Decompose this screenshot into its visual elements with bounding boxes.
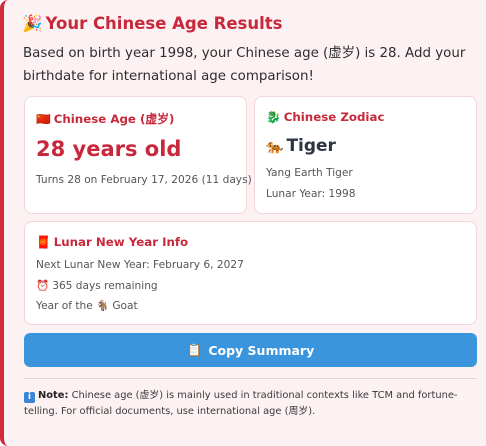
party-popper-icon: 🎉 xyxy=(22,14,43,33)
clipboard-icon: 📋 xyxy=(186,342,203,357)
results-title: 🎉 Your Chinese Age Results xyxy=(22,14,283,33)
red-envelope-icon: 🧧 xyxy=(36,235,51,249)
days-remaining: ⏰ 365 days remaining xyxy=(36,280,158,292)
china-flag-icon: 🇨🇳 xyxy=(36,112,51,126)
chinese-zodiac-card: 🐉 Chinese Zodiac 🐅 Tiger Yang Earth Tiger … xyxy=(254,96,477,214)
zodiac-element: Yang Earth Tiger xyxy=(266,167,353,179)
tiger-icon: 🐅 xyxy=(266,139,284,155)
results-panel: 🎉 Your Chinese Age Results Based on birth… xyxy=(0,0,486,446)
results-intro: Based on birth year 1998, your Chinese a… xyxy=(23,46,466,84)
goat-icon: 🐐 xyxy=(96,300,110,312)
chinese-age-heading: 🇨🇳 Chinese Age (虚岁) xyxy=(36,112,175,126)
year-of-animal: Year of the 🐐 Goat xyxy=(36,300,138,312)
zodiac-heading: 🐉 Chinese Zodiac xyxy=(266,110,385,124)
chinese-age-card: 🇨🇳 Chinese Age (虚岁) 28 years old Turns 28… xyxy=(24,96,252,214)
next-lunar-new-year: Next Lunar New Year: February 6, 2027 xyxy=(36,259,244,271)
info-icon: i xyxy=(24,392,35,403)
copy-summary-button[interactable]: 📋 Copy Summary xyxy=(24,333,477,367)
next-birthday-text: Turns 28 on February 17, 2026 (11 days) xyxy=(36,174,252,186)
lunar-year: Lunar Year: 1998 xyxy=(266,188,356,200)
note-text: i Note: Chinese age (虚岁) is mainly used i… xyxy=(24,390,458,417)
dragon-icon: 🐉 xyxy=(266,110,281,124)
alarm-clock-icon: ⏰ xyxy=(36,280,50,292)
divider xyxy=(24,378,477,379)
chinese-age-value: 28 years old xyxy=(36,137,182,161)
lunar-new-year-heading: 🧧 Lunar New Year Info xyxy=(36,235,189,249)
lunar-new-year-card: 🧧 Lunar New Year Info Next Lunar New Year… xyxy=(24,221,477,325)
zodiac-animal: 🐅 Tiger xyxy=(266,136,336,156)
